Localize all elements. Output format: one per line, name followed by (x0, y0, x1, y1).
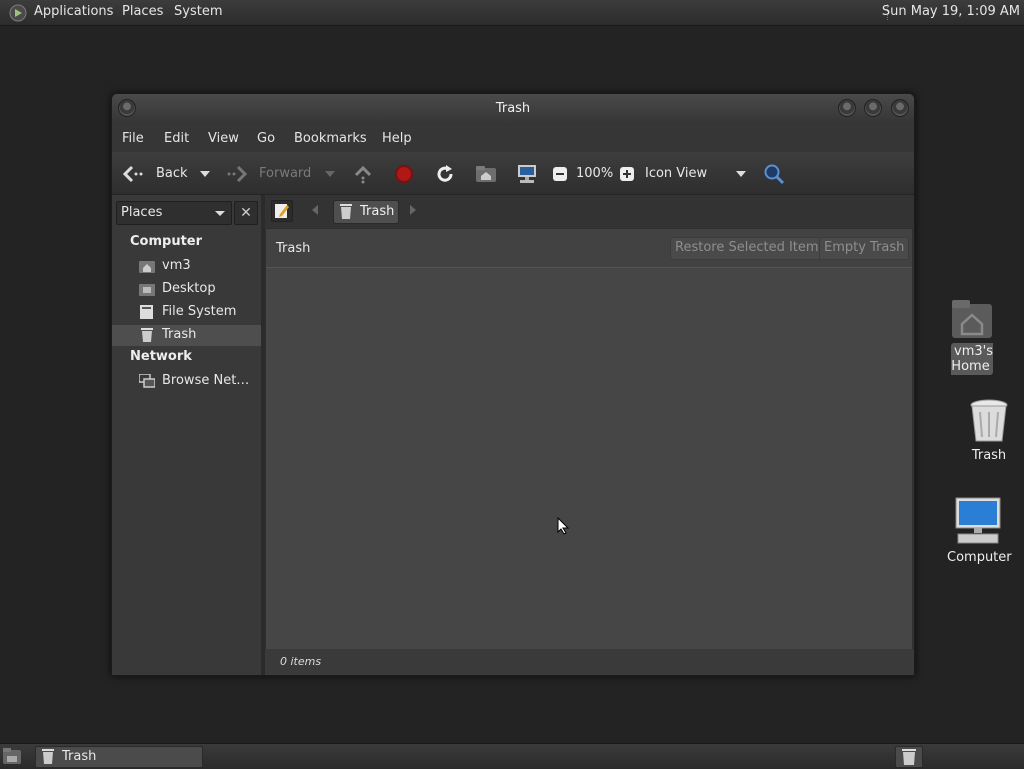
file-manager-window: Trash File Edit View Go Bookmarks Help B… (111, 93, 915, 676)
restore-selected-items-button[interactable]: Restore Selected Items (670, 237, 831, 260)
chevron-down-icon (215, 211, 225, 216)
sidebar-heading-computer: Computer (130, 234, 203, 249)
menu-help[interactable]: Help (382, 131, 412, 146)
top-panel: Applications Places System Sun May 19, 1… (0, 0, 1024, 26)
status-bar: 0 items (265, 649, 914, 675)
window-title: Trash (495, 101, 531, 116)
sidebar-item-label: Browse Net… (162, 373, 250, 388)
menu-bar: File Edit View Go Bookmarks Help (112, 124, 914, 152)
maximize-button[interactable] (864, 99, 882, 117)
desktop-folder-icon (139, 284, 155, 296)
back-arrow-icon[interactable] (122, 163, 144, 185)
sidebar-item-vm3[interactable]: vm3 (112, 256, 261, 277)
menu-file[interactable]: File (122, 131, 144, 146)
zoom-in-icon[interactable] (616, 163, 638, 185)
crumb-left-arrow-icon[interactable] (311, 205, 319, 215)
toolbar: Back Forward 100% Icon View (112, 152, 914, 195)
close-sidebar-button[interactable]: ✕ (234, 201, 258, 225)
menu-go[interactable]: Go (257, 131, 275, 146)
drive-icon (140, 305, 153, 319)
forward-button[interactable]: Forward (259, 166, 311, 181)
trash-icon (340, 204, 352, 219)
back-history-chevron-down-icon[interactable] (194, 163, 216, 185)
computer-icon (955, 497, 1001, 544)
clock[interactable]: Sun May 19, 1:09 AM (882, 4, 1020, 19)
trash-icon (42, 749, 54, 764)
location-bar: Trash (265, 195, 914, 225)
distro-logo-icon[interactable] (9, 4, 27, 22)
breadcrumb-trash[interactable]: Trash (333, 200, 399, 224)
show-desktop-icon[interactable] (2, 747, 22, 765)
edit-location-icon[interactable] (271, 200, 293, 222)
crumb-right-arrow-icon[interactable] (409, 205, 417, 215)
panel-trash-applet[interactable] (895, 746, 923, 768)
forward-arrow-icon[interactable] (226, 163, 248, 185)
minimize-button[interactable] (838, 99, 856, 117)
sidebar-item-label: Desktop (162, 281, 216, 296)
sidebar-item-desktop[interactable]: Desktop (112, 279, 261, 300)
sidebar-item-trash[interactable]: Trash (112, 325, 261, 346)
desktop-icon-label: Computer (947, 550, 1012, 565)
close-button[interactable] (891, 99, 909, 117)
search-icon[interactable] (763, 163, 785, 185)
desktop-icon-label: vm3's Home (951, 343, 993, 375)
sidebar-item-label: Trash (162, 327, 197, 342)
status-text: 0 items (280, 655, 322, 668)
reload-icon[interactable] (434, 163, 456, 185)
forward-history-chevron-down-icon[interactable] (319, 163, 341, 185)
menu-edit[interactable]: Edit (164, 131, 189, 146)
bottom-panel: Trash (0, 743, 1024, 769)
sidebar: Places ✕ Computer vm3 Desktop File Syste… (112, 195, 265, 675)
up-arrow-icon[interactable] (352, 163, 374, 185)
desktop-icon-home[interactable]: vm3's Home (930, 296, 1014, 375)
home-folder-icon (952, 300, 992, 338)
view-mode-chevron-down-icon[interactable] (730, 163, 752, 185)
sidebar-item-file-system[interactable]: File System (112, 302, 261, 323)
zoom-level[interactable]: 100% (576, 166, 613, 181)
taskbar-item-trash[interactable]: Trash (35, 746, 203, 768)
sidebar-type-label: Places (121, 205, 163, 220)
menu-bookmarks[interactable]: Bookmarks (294, 131, 367, 146)
sidebar-type-select[interactable]: Places (116, 201, 232, 225)
trash-icon (970, 399, 1008, 442)
applications-menu[interactable]: Applications (34, 4, 113, 19)
mouse-cursor-icon (557, 517, 569, 535)
info-bar-title: Trash (276, 241, 311, 256)
taskbar-item-label: Trash (62, 749, 97, 764)
desktop-icon-computer[interactable]: Computer (944, 496, 1012, 565)
places-menu[interactable]: Places (122, 4, 163, 19)
trash-icon (141, 328, 153, 342)
zoom-out-icon[interactable] (549, 163, 571, 185)
view-mode-select[interactable]: Icon View (645, 166, 707, 181)
home-folder-icon[interactable] (475, 163, 497, 185)
stop-icon[interactable] (393, 163, 415, 185)
menu-view[interactable]: View (208, 131, 239, 146)
computer-icon[interactable] (516, 163, 538, 185)
desktop-icon-trash[interactable]: Trash (958, 398, 1020, 463)
trash-icon (902, 749, 916, 765)
network-icon (139, 374, 155, 388)
breadcrumb-label: Trash (360, 204, 395, 219)
sidebar-heading-network: Network (130, 349, 192, 364)
system-menu[interactable]: System (174, 4, 222, 19)
home-folder-icon (139, 261, 155, 273)
title-bar[interactable]: Trash (112, 94, 914, 124)
back-button[interactable]: Back (156, 166, 188, 181)
trash-info-bar: Trash Restore Selected Items Empty Trash (266, 229, 912, 268)
sidebar-item-label: File System (162, 304, 237, 319)
sidebar-item-label: vm3 (162, 258, 191, 273)
desktop-icon-label: Trash (971, 448, 1007, 463)
file-view[interactable]: Trash Restore Selected Items Empty Trash (265, 228, 913, 650)
empty-trash-button[interactable]: Empty Trash (819, 237, 910, 260)
sidebar-item-browse-network[interactable]: Browse Net… (112, 371, 261, 392)
